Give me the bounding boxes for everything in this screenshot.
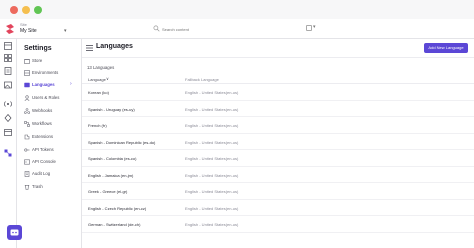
settings-item-label: Users & Roles	[32, 95, 60, 100]
settings-item-label: Trash	[32, 184, 43, 189]
settings-item-label: Environments	[32, 70, 59, 75]
search-box[interactable]	[153, 24, 303, 34]
window-titlebar	[0, 0, 474, 19]
chevron-right-icon: ›	[70, 81, 72, 87]
language-cell: English - Jamaica (en-jm)	[88, 172, 134, 178]
language-cell: Spanish - Uruguay (es-uy)	[88, 106, 135, 112]
language-cell: German - Switzerland (de-ch)	[88, 222, 141, 227]
search-icon	[153, 25, 160, 32]
languages-count: 13 Languages	[87, 65, 115, 70]
sort-chevron-icon[interactable]: ∨	[106, 76, 109, 81]
table-row[interactable]: German - Switzerland (de-ch) English - U…	[82, 216, 474, 233]
settings-item-extensions[interactable]: Extensions	[17, 132, 81, 143]
grid-icon[interactable]	[4, 54, 12, 62]
audit-icon	[24, 171, 30, 177]
settings-item-languages[interactable]: Languages ›	[17, 80, 81, 91]
fallback-cell: English - United States(en-us)	[185, 205, 239, 211]
settings-item-label: Store	[32, 58, 43, 63]
maximize-window-button[interactable]	[34, 6, 42, 14]
language-cell: Spanish - Dominican Republic (es-do)	[88, 139, 156, 145]
table-row[interactable]: Spanish - Dominican Republic (es-do) Eng…	[82, 134, 474, 150]
broadcast-icon[interactable]	[4, 100, 12, 108]
trash-icon	[24, 184, 30, 190]
fallback-cell: English - United States(en-us)	[185, 222, 239, 227]
workflow-icon	[24, 121, 30, 127]
fallback-cell: English - United States(en-us)	[185, 139, 239, 145]
search-options-dropdown[interactable]: ▾	[313, 24, 316, 30]
table-row[interactable]: Greek - Greece (el-gr) English - United …	[82, 183, 474, 200]
fallback-cell: English - United States(en-us)	[185, 106, 239, 112]
extensions-icon	[24, 134, 30, 140]
table-row[interactable]: English - Jamaica (en-jm) English - Unit…	[82, 167, 474, 183]
users-icon	[24, 95, 30, 101]
pin-icon[interactable]	[4, 114, 12, 122]
site-label: Site	[20, 22, 27, 27]
settings-item-users-roles[interactable]: Users & Roles	[17, 93, 81, 104]
fallback-cell: English - United States(en-us)	[185, 90, 239, 95]
layout-icon[interactable]	[4, 42, 12, 50]
table-row[interactable]: English - Czech Republic (en-cz) English…	[82, 200, 474, 216]
filter-icon[interactable]	[306, 25, 312, 31]
chat-bot-icon	[10, 229, 19, 236]
top-bar: Site My Site ▾ ▾	[0, 19, 474, 39]
settings-panel: Settings Store Environments Languages › …	[17, 39, 82, 248]
column-header-language[interactable]: Language	[88, 77, 106, 82]
webhook-icon	[24, 108, 30, 114]
key-icon	[24, 147, 30, 153]
store-icon	[24, 58, 30, 64]
help-chat-button[interactable]	[7, 225, 22, 240]
table-row[interactable]: French (fr) English - United States(en-u…	[82, 117, 474, 134]
settings-item-label: Webhooks	[32, 108, 53, 113]
table-row[interactable]: Spanish - Colombia (es-co) English - Uni…	[82, 150, 474, 167]
language-cell: Korean (ko)	[88, 90, 109, 95]
settings-item-workflows[interactable]: Workflows	[17, 119, 81, 130]
calendar-icon[interactable]	[4, 128, 12, 136]
settings-item-api-console[interactable]: API Console	[17, 157, 81, 168]
settings-item-trash[interactable]: Trash	[17, 182, 81, 193]
app-logo-icon[interactable]	[4, 23, 16, 35]
minimize-window-button[interactable]	[22, 6, 30, 14]
settings-item-label: Workflows	[32, 121, 52, 126]
settings-item-label: API Console	[32, 159, 56, 164]
close-window-button[interactable]	[10, 6, 18, 14]
settings-title: Settings	[24, 45, 52, 52]
main-content: Languages Add New Language 13 Languages …	[82, 39, 474, 248]
pages-icon[interactable]	[4, 67, 12, 75]
fallback-cell: English - United States(en-us)	[185, 189, 239, 194]
fallback-cell: English - United States(en-us)	[185, 172, 239, 178]
settings-item-label: Languages	[32, 82, 55, 87]
media-icon[interactable]	[4, 81, 12, 89]
table-row[interactable]: Spanish - Uruguay (es-uy) English - Unit…	[82, 101, 474, 117]
column-header-fallback: Fallback Language	[185, 77, 219, 82]
page-title: Languages	[96, 43, 133, 50]
settings-item-label: Extensions	[32, 134, 54, 139]
fallback-cell: English - United States(en-us)	[185, 156, 239, 161]
menu-icon[interactable]	[86, 45, 93, 51]
site-selector[interactable]: My Site	[20, 28, 37, 34]
languages-icon	[24, 82, 30, 88]
table-row[interactable]: Korean (ko) English - United States(en-u…	[82, 84, 474, 101]
env-icon	[24, 70, 30, 76]
settings-item-store[interactable]: Store	[17, 56, 81, 67]
language-cell: Greek - Greece (el-gr)	[88, 189, 128, 194]
settings-item-audit-log[interactable]: Audit Log	[17, 169, 81, 180]
settings-item-api-tokens[interactable]: API Tokens	[17, 145, 81, 156]
settings-item-label: API Tokens	[32, 147, 54, 152]
page-header: Languages Add New Language	[82, 39, 474, 58]
language-cell: English - Czech Republic (en-cz)	[88, 205, 147, 211]
settings-item-label: Audit Log	[32, 171, 51, 176]
search-input[interactable]	[162, 24, 302, 34]
language-cell: French (fr)	[88, 123, 107, 128]
language-cell: Spanish - Colombia (es-co)	[88, 156, 137, 161]
table-header: Language ∨ Fallback Language	[82, 75, 474, 84]
settings-item-environments[interactable]: Environments	[17, 68, 81, 79]
settings-item-webhooks[interactable]: Webhooks	[17, 106, 81, 117]
icon-rail	[0, 39, 17, 248]
console-icon	[24, 159, 30, 165]
add-language-button[interactable]: Add New Language	[424, 43, 468, 53]
fallback-cell: English - United States(en-us)	[185, 123, 239, 128]
settings-icon[interactable]	[4, 149, 12, 157]
chevron-down-icon[interactable]: ▾	[64, 28, 67, 34]
